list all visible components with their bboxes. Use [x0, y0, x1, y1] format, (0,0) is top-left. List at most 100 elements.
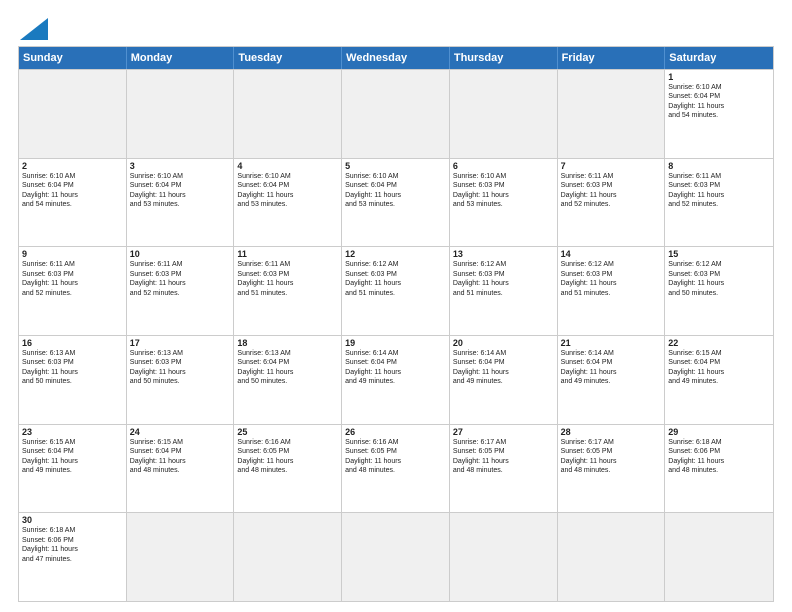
- calendar-cell: 25Sunrise: 6:16 AM Sunset: 6:05 PM Dayli…: [234, 425, 342, 513]
- calendar-cell: [665, 513, 773, 601]
- calendar-cell: 4Sunrise: 6:10 AM Sunset: 6:04 PM Daylig…: [234, 159, 342, 247]
- logo-triangle-icon: [20, 18, 48, 40]
- day-number: 24: [130, 427, 231, 437]
- calendar-week-row: 9Sunrise: 6:11 AM Sunset: 6:03 PM Daylig…: [19, 246, 773, 335]
- cell-sun-info: Sunrise: 6:12 AM Sunset: 6:03 PM Dayligh…: [345, 260, 446, 298]
- calendar-cell: [19, 70, 127, 158]
- cell-sun-info: Sunrise: 6:10 AM Sunset: 6:04 PM Dayligh…: [237, 172, 338, 210]
- day-number: 9: [22, 249, 123, 259]
- calendar-cell: [450, 513, 558, 601]
- calendar-cell: 20Sunrise: 6:14 AM Sunset: 6:04 PM Dayli…: [450, 336, 558, 424]
- calendar-header: SundayMondayTuesdayWednesdayThursdayFrid…: [19, 47, 773, 69]
- day-number: 4: [237, 161, 338, 171]
- calendar-cell: 3Sunrise: 6:10 AM Sunset: 6:04 PM Daylig…: [127, 159, 235, 247]
- cell-sun-info: Sunrise: 6:12 AM Sunset: 6:03 PM Dayligh…: [561, 260, 662, 298]
- calendar: SundayMondayTuesdayWednesdayThursdayFrid…: [18, 46, 774, 602]
- cell-sun-info: Sunrise: 6:10 AM Sunset: 6:04 PM Dayligh…: [668, 83, 770, 121]
- day-number: 8: [668, 161, 770, 171]
- calendar-cell: 12Sunrise: 6:12 AM Sunset: 6:03 PM Dayli…: [342, 247, 450, 335]
- calendar-cell: 26Sunrise: 6:16 AM Sunset: 6:05 PM Dayli…: [342, 425, 450, 513]
- cell-sun-info: Sunrise: 6:16 AM Sunset: 6:05 PM Dayligh…: [237, 438, 338, 476]
- cell-sun-info: Sunrise: 6:11 AM Sunset: 6:03 PM Dayligh…: [130, 260, 231, 298]
- cell-sun-info: Sunrise: 6:14 AM Sunset: 6:04 PM Dayligh…: [345, 349, 446, 387]
- calendar-cell: 5Sunrise: 6:10 AM Sunset: 6:04 PM Daylig…: [342, 159, 450, 247]
- day-number: 11: [237, 249, 338, 259]
- day-number: 23: [22, 427, 123, 437]
- day-number: 6: [453, 161, 554, 171]
- calendar-week-row: 23Sunrise: 6:15 AM Sunset: 6:04 PM Dayli…: [19, 424, 773, 513]
- day-number: 21: [561, 338, 662, 348]
- weekday-header: Monday: [127, 47, 235, 69]
- day-number: 16: [22, 338, 123, 348]
- cell-sun-info: Sunrise: 6:15 AM Sunset: 6:04 PM Dayligh…: [130, 438, 231, 476]
- calendar-week-row: 30Sunrise: 6:18 AM Sunset: 6:06 PM Dayli…: [19, 512, 773, 601]
- weekday-header: Tuesday: [234, 47, 342, 69]
- calendar-cell: 13Sunrise: 6:12 AM Sunset: 6:03 PM Dayli…: [450, 247, 558, 335]
- calendar-cell: 23Sunrise: 6:15 AM Sunset: 6:04 PM Dayli…: [19, 425, 127, 513]
- day-number: 27: [453, 427, 554, 437]
- cell-sun-info: Sunrise: 6:13 AM Sunset: 6:03 PM Dayligh…: [130, 349, 231, 387]
- calendar-cell: 19Sunrise: 6:14 AM Sunset: 6:04 PM Dayli…: [342, 336, 450, 424]
- logo: [18, 18, 48, 40]
- calendar-week-row: 2Sunrise: 6:10 AM Sunset: 6:04 PM Daylig…: [19, 158, 773, 247]
- calendar-cell: 28Sunrise: 6:17 AM Sunset: 6:05 PM Dayli…: [558, 425, 666, 513]
- day-number: 22: [668, 338, 770, 348]
- day-number: 7: [561, 161, 662, 171]
- calendar-cell: [234, 70, 342, 158]
- calendar-cell: 27Sunrise: 6:17 AM Sunset: 6:05 PM Dayli…: [450, 425, 558, 513]
- day-number: 25: [237, 427, 338, 437]
- day-number: 13: [453, 249, 554, 259]
- calendar-cell: 8Sunrise: 6:11 AM Sunset: 6:03 PM Daylig…: [665, 159, 773, 247]
- cell-sun-info: Sunrise: 6:17 AM Sunset: 6:05 PM Dayligh…: [561, 438, 662, 476]
- cell-sun-info: Sunrise: 6:12 AM Sunset: 6:03 PM Dayligh…: [453, 260, 554, 298]
- calendar-cell: 29Sunrise: 6:18 AM Sunset: 6:06 PM Dayli…: [665, 425, 773, 513]
- calendar-cell: 17Sunrise: 6:13 AM Sunset: 6:03 PM Dayli…: [127, 336, 235, 424]
- calendar-cell: [342, 513, 450, 601]
- cell-sun-info: Sunrise: 6:10 AM Sunset: 6:04 PM Dayligh…: [22, 172, 123, 210]
- calendar-cell: [127, 70, 235, 158]
- calendar-cell: 7Sunrise: 6:11 AM Sunset: 6:03 PM Daylig…: [558, 159, 666, 247]
- day-number: 26: [345, 427, 446, 437]
- cell-sun-info: Sunrise: 6:17 AM Sunset: 6:05 PM Dayligh…: [453, 438, 554, 476]
- day-number: 5: [345, 161, 446, 171]
- day-number: 29: [668, 427, 770, 437]
- calendar-cell: 21Sunrise: 6:14 AM Sunset: 6:04 PM Dayli…: [558, 336, 666, 424]
- calendar-cell: 18Sunrise: 6:13 AM Sunset: 6:04 PM Dayli…: [234, 336, 342, 424]
- weekday-header: Saturday: [665, 47, 773, 69]
- calendar-cell: 16Sunrise: 6:13 AM Sunset: 6:03 PM Dayli…: [19, 336, 127, 424]
- calendar-cell: 9Sunrise: 6:11 AM Sunset: 6:03 PM Daylig…: [19, 247, 127, 335]
- calendar-cell: 14Sunrise: 6:12 AM Sunset: 6:03 PM Dayli…: [558, 247, 666, 335]
- weekday-header: Thursday: [450, 47, 558, 69]
- calendar-week-row: 16Sunrise: 6:13 AM Sunset: 6:03 PM Dayli…: [19, 335, 773, 424]
- page: SundayMondayTuesdayWednesdayThursdayFrid…: [0, 0, 792, 612]
- day-number: 17: [130, 338, 231, 348]
- day-number: 1: [668, 72, 770, 82]
- day-number: 28: [561, 427, 662, 437]
- calendar-cell: 24Sunrise: 6:15 AM Sunset: 6:04 PM Dayli…: [127, 425, 235, 513]
- cell-sun-info: Sunrise: 6:10 AM Sunset: 6:03 PM Dayligh…: [453, 172, 554, 210]
- cell-sun-info: Sunrise: 6:10 AM Sunset: 6:04 PM Dayligh…: [345, 172, 446, 210]
- cell-sun-info: Sunrise: 6:14 AM Sunset: 6:04 PM Dayligh…: [453, 349, 554, 387]
- day-number: 10: [130, 249, 231, 259]
- day-number: 14: [561, 249, 662, 259]
- calendar-cell: 2Sunrise: 6:10 AM Sunset: 6:04 PM Daylig…: [19, 159, 127, 247]
- cell-sun-info: Sunrise: 6:13 AM Sunset: 6:03 PM Dayligh…: [22, 349, 123, 387]
- calendar-cell: [342, 70, 450, 158]
- day-number: 15: [668, 249, 770, 259]
- calendar-cell: [558, 513, 666, 601]
- day-number: 30: [22, 515, 123, 525]
- calendar-cell: 6Sunrise: 6:10 AM Sunset: 6:03 PM Daylig…: [450, 159, 558, 247]
- header: [18, 18, 774, 40]
- cell-sun-info: Sunrise: 6:11 AM Sunset: 6:03 PM Dayligh…: [22, 260, 123, 298]
- calendar-body: 1Sunrise: 6:10 AM Sunset: 6:04 PM Daylig…: [19, 69, 773, 601]
- day-number: 20: [453, 338, 554, 348]
- calendar-cell: 1Sunrise: 6:10 AM Sunset: 6:04 PM Daylig…: [665, 70, 773, 158]
- day-number: 18: [237, 338, 338, 348]
- calendar-week-row: 1Sunrise: 6:10 AM Sunset: 6:04 PM Daylig…: [19, 69, 773, 158]
- day-number: 3: [130, 161, 231, 171]
- cell-sun-info: Sunrise: 6:15 AM Sunset: 6:04 PM Dayligh…: [22, 438, 123, 476]
- cell-sun-info: Sunrise: 6:15 AM Sunset: 6:04 PM Dayligh…: [668, 349, 770, 387]
- calendar-cell: 15Sunrise: 6:12 AM Sunset: 6:03 PM Dayli…: [665, 247, 773, 335]
- cell-sun-info: Sunrise: 6:14 AM Sunset: 6:04 PM Dayligh…: [561, 349, 662, 387]
- calendar-cell: [558, 70, 666, 158]
